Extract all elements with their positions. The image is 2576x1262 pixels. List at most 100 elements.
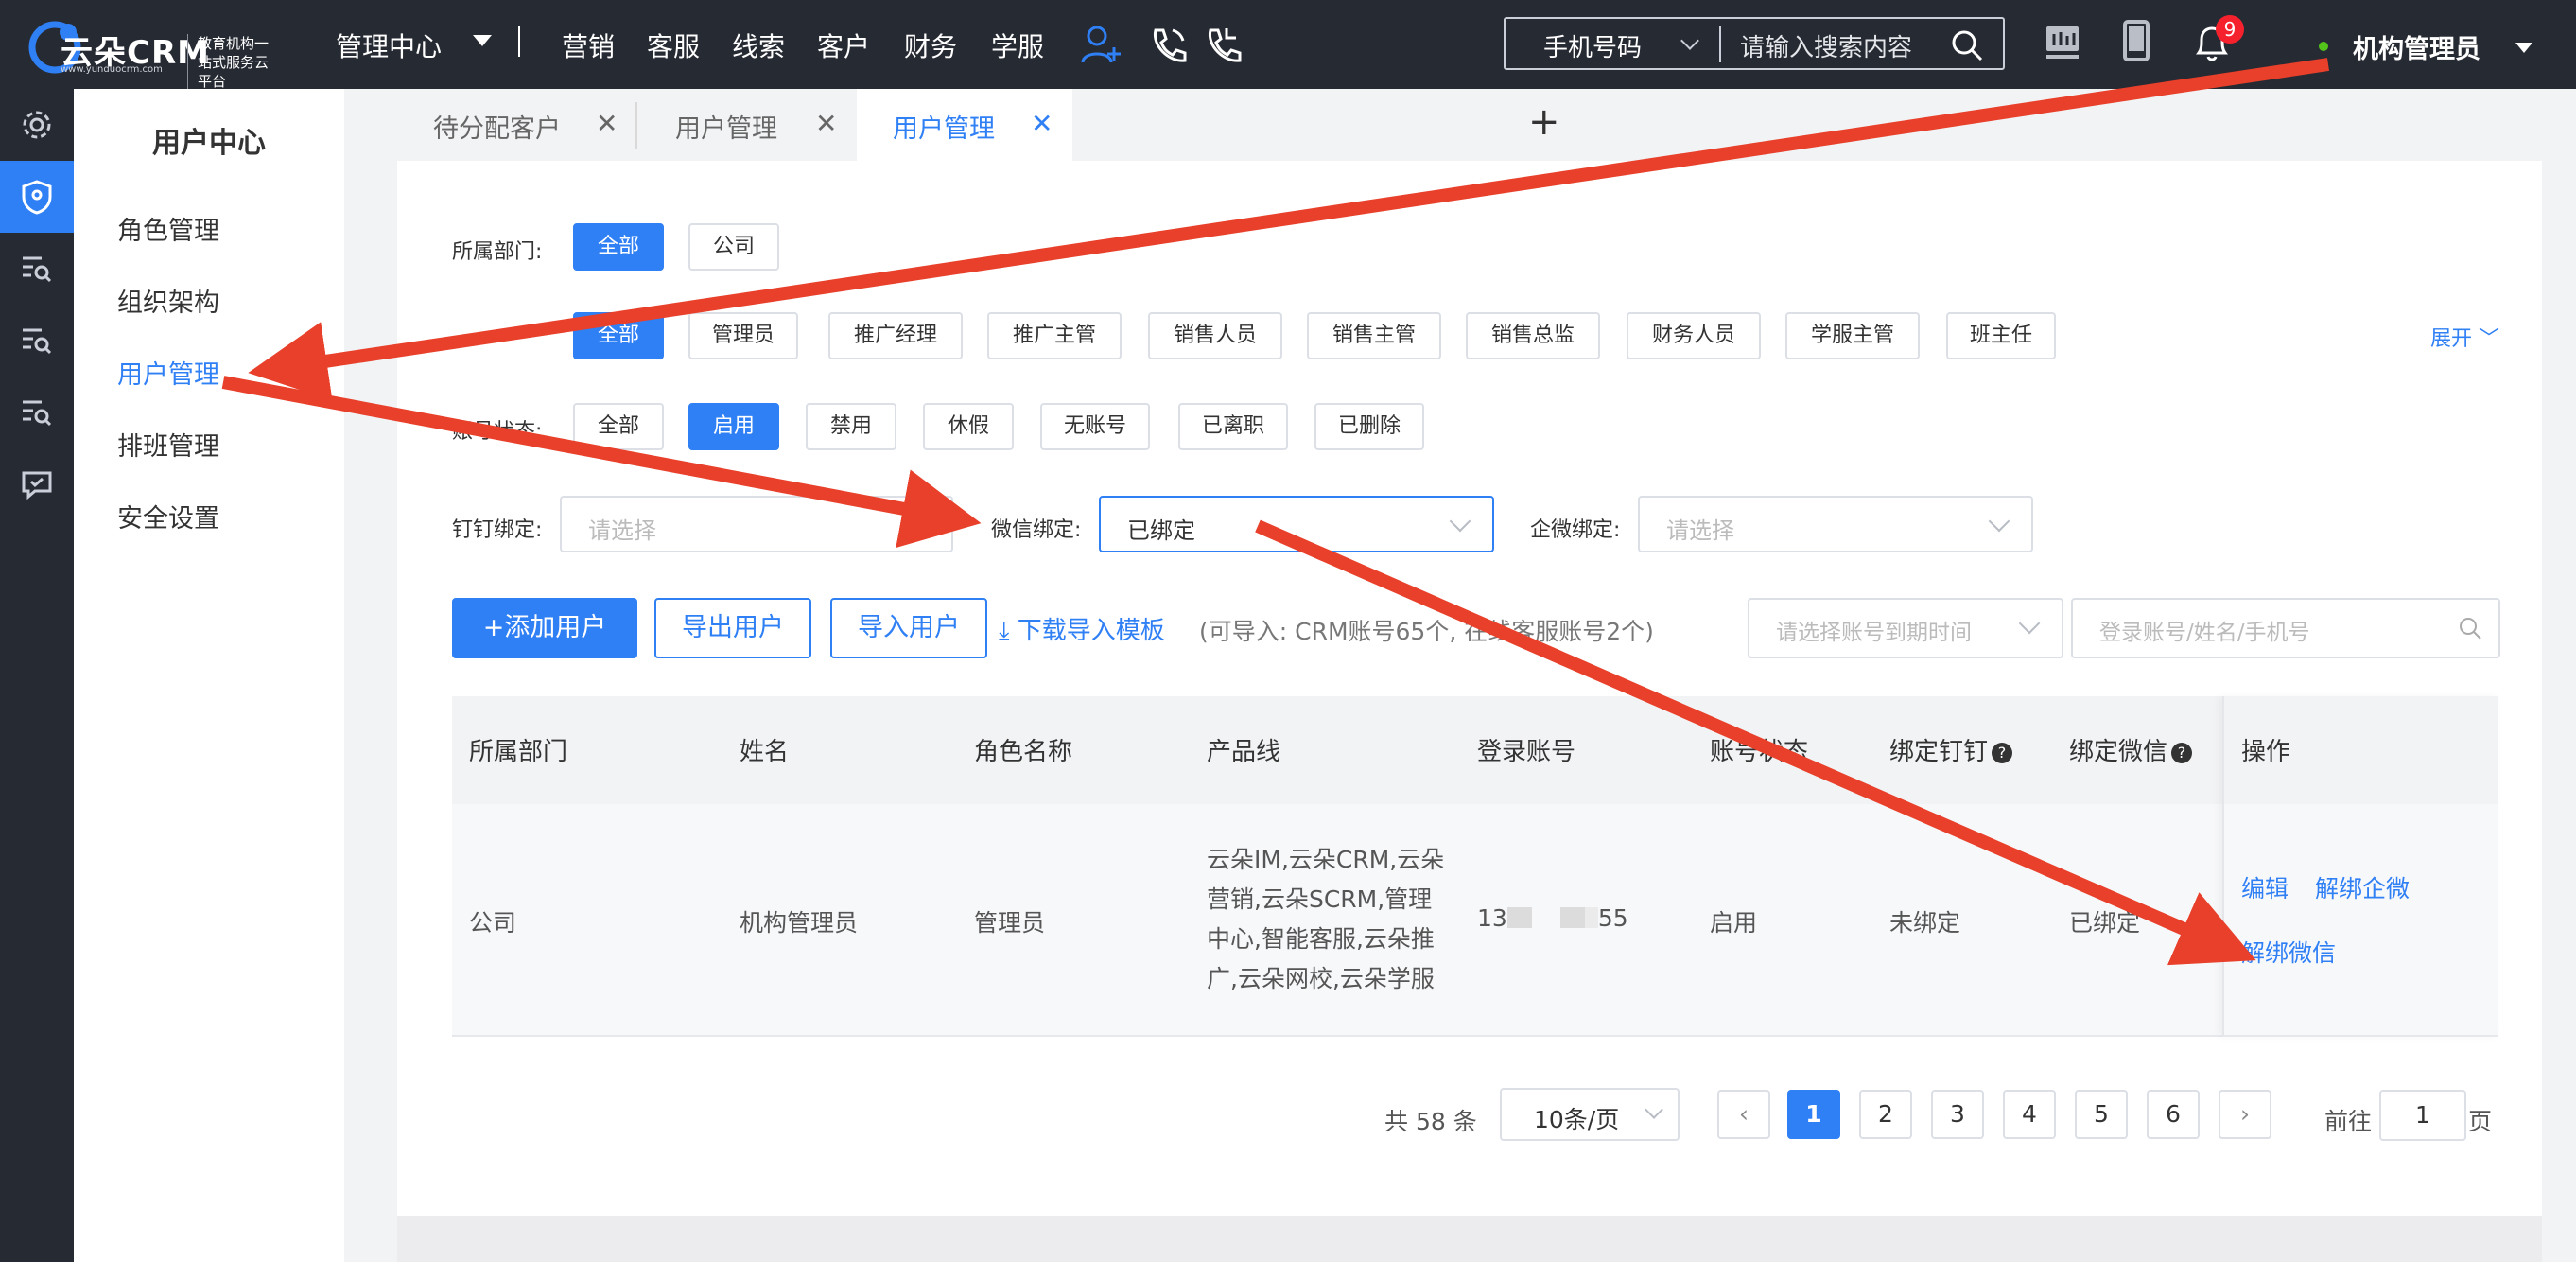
sidebar-item-roles[interactable]: 角色管理 [117, 210, 219, 247]
page-button-1[interactable]: 1 [1787, 1090, 1840, 1139]
page-size-select[interactable]: 10条/页 [1500, 1088, 1680, 1141]
wecom-select[interactable]: 请选择 [1638, 496, 2033, 552]
caret-down-icon[interactable] [473, 35, 492, 46]
filter-status-all[interactable]: 全部 [573, 403, 664, 450]
search-input[interactable]: 请输入搜索内容 [1740, 28, 1912, 63]
rail-list-search-1[interactable] [0, 233, 74, 305]
filter-role-finance[interactable]: 财务人员 [1627, 312, 1761, 359]
list-search-icon [23, 400, 52, 427]
import-quota-note: (可导入: CRM账号65个, 在线客服账号2个) [1199, 618, 1654, 645]
brand-url: www.yunduocrm.com [61, 64, 163, 75]
help-icon[interactable]: ? [1992, 743, 2013, 763]
tab-user-management[interactable]: 用户管理 ✕ [639, 89, 855, 161]
sidebar-item-security[interactable]: 安全设置 [117, 498, 219, 535]
user-search-input[interactable]: 登录账号/姓名/手机号 [2071, 598, 2500, 658]
filter-dept-company[interactable]: 公司 [688, 223, 779, 271]
nav-item-finance[interactable]: 财务 [904, 26, 957, 64]
close-icon[interactable]: ✕ [596, 108, 618, 139]
nav-item-student-service[interactable]: 学服 [991, 26, 1044, 64]
close-icon[interactable]: ✕ [1031, 108, 1053, 139]
redaction-mask [1559, 907, 1585, 928]
cell-account-status: 启用 [1710, 909, 1758, 937]
filter-role-admin[interactable]: 管理员 [688, 312, 798, 359]
vertical-scrollbar[interactable] [2563, 89, 2576, 1262]
unbind-wecom-link[interactable]: 解绑企微 [2315, 870, 2410, 904]
add-user-button[interactable]: +添加用户 [452, 598, 637, 658]
rail-settings[interactable] [0, 89, 74, 161]
export-users-button[interactable]: 导出用户 [654, 598, 811, 658]
rail-message[interactable] [0, 448, 74, 520]
filter-status-no-account[interactable]: 无账号 [1040, 403, 1150, 450]
close-icon[interactable]: ✕ [815, 108, 837, 139]
phone-call-icon[interactable] [1146, 23, 1190, 66]
add-tab-button[interactable]: + [1528, 100, 1560, 144]
caret-down-icon[interactable] [2515, 43, 2532, 53]
sidebar-title: 用户中心 [152, 127, 266, 160]
filter-role-sales-director[interactable]: 销售总监 [1466, 312, 1600, 359]
chevron-down-icon[interactable] [1680, 31, 1699, 50]
filter-role-sales[interactable]: 销售人员 [1148, 312, 1282, 359]
sidebar-item-scheduling[interactable]: 排班管理 [117, 426, 219, 463]
page-button-5[interactable]: 5 [2075, 1090, 2128, 1139]
page-button-4[interactable]: 4 [2003, 1090, 2056, 1139]
filter-label-wechat: 微信绑定: [991, 518, 1082, 542]
add-user-icon[interactable] [1080, 23, 1123, 66]
filter-label-dingtalk: 钉钉绑定: [452, 518, 543, 542]
rail-user-center[interactable] [0, 161, 74, 233]
filter-dept-all[interactable]: 全部 [573, 223, 664, 271]
sidebar: 用户中心 角色管理 组织架构 用户管理 排班管理 安全设置 [74, 89, 344, 1262]
download-template-link[interactable]: ⤓ 下载导入模板 [999, 611, 1165, 646]
page-button-3[interactable]: 3 [1931, 1090, 1984, 1139]
brand-logo[interactable]: 云朵CRM www.yunduocrm.com 教育机构一站式服务云平台 [26, 13, 272, 91]
download-template-label: 下载导入模板 [1017, 617, 1165, 645]
page-button-2[interactable]: 2 [1859, 1090, 1912, 1139]
search-icon[interactable] [1950, 28, 1984, 62]
th-role: 角色名称 [974, 738, 1073, 766]
prev-page-button[interactable]: ‹ [1717, 1090, 1770, 1139]
nav-item-customers[interactable]: 客户 [817, 26, 870, 64]
nav-item-leads[interactable]: 线索 [732, 26, 785, 64]
nav-item-service[interactable]: 客服 [647, 26, 700, 64]
user-menu[interactable]: 机构管理员 [2353, 28, 2480, 65]
filter-status-vacation[interactable]: 休假 [923, 403, 1014, 450]
filter-status-enabled[interactable]: 启用 [688, 403, 779, 450]
unbind-wechat-link[interactable]: 解绑微信 [2241, 935, 2336, 969]
rail-list-search-2[interactable] [0, 305, 74, 377]
monitor-icon[interactable] [2041, 21, 2084, 64]
expand-filters-link[interactable]: 展开 ﹀ [2430, 322, 2499, 352]
download-icon: ⤓ [999, 617, 1010, 645]
expiry-date-select[interactable]: 请选择账号到期时间 [1748, 598, 2063, 658]
import-users-button[interactable]: 导入用户 [830, 598, 987, 658]
filter-role-promo-lead[interactable]: 推广主管 [987, 312, 1122, 359]
tab-user-management-active[interactable]: 用户管理 ✕ [857, 89, 1072, 161]
filter-status-resigned[interactable]: 已离职 [1178, 403, 1288, 450]
filter-status-disabled[interactable]: 禁用 [806, 403, 896, 450]
dingtalk-select[interactable]: 请选择 [560, 496, 953, 552]
sidebar-item-org[interactable]: 组织架构 [117, 282, 219, 319]
filter-role-class-teacher[interactable]: 班主任 [1946, 312, 2056, 359]
account-suffix: 55 [1597, 904, 1628, 932]
filter-role-student-service-lead[interactable]: 学服主管 [1785, 312, 1920, 359]
tab-pending-customers[interactable]: 待分配客户 ✕ [397, 89, 628, 161]
phone-hook-icon[interactable] [1201, 23, 1244, 66]
global-search[interactable]: 手机号码 请输入搜索内容 [1504, 17, 2005, 70]
sidebar-item-users[interactable]: 用户管理 [117, 354, 219, 391]
mobile-icon[interactable] [2115, 19, 2158, 62]
goto-page-input[interactable]: 1 [2379, 1090, 2466, 1141]
edit-link[interactable]: 编辑 [2241, 870, 2289, 904]
filter-role-sales-lead[interactable]: 销售主管 [1307, 312, 1441, 359]
help-icon[interactable]: ? [2171, 743, 2193, 763]
filter-role-promo-manager[interactable]: 推广经理 [828, 312, 963, 359]
nav-item-marketing[interactable]: 营销 [562, 26, 615, 64]
filter-status-deleted[interactable]: 已删除 [1314, 403, 1424, 450]
search-icon[interactable] [2457, 615, 2483, 641]
page-button-6[interactable]: 6 [2147, 1090, 2200, 1139]
wechat-select[interactable]: 已绑定 [1099, 496, 1494, 552]
nav-management-center[interactable]: 管理中心 [336, 26, 442, 64]
pager-total: 共 58 条 [1384, 1108, 1477, 1135]
th-operations: 操作 [2241, 738, 2291, 766]
next-page-button[interactable]: › [2219, 1090, 2271, 1139]
filter-role-all[interactable]: 全部 [573, 312, 664, 359]
rail-list-search-3[interactable] [0, 377, 74, 448]
search-type-select[interactable]: 手机号码 [1543, 28, 1642, 63]
